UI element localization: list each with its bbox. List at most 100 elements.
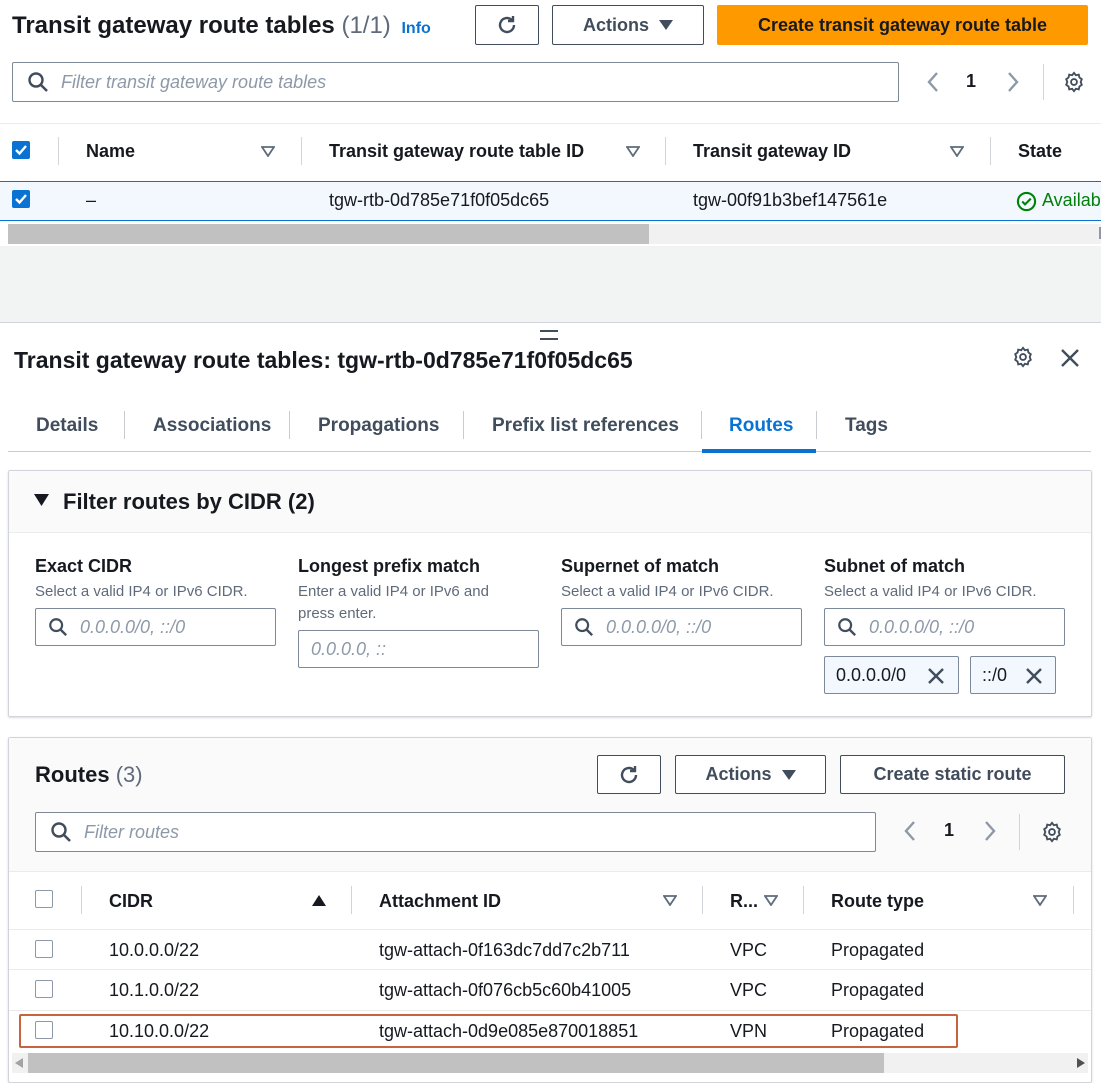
refresh-button[interactable] (475, 5, 539, 45)
search-icon (575, 618, 594, 637)
route-tables-search-field[interactable] (61, 71, 898, 93)
column-divider (81, 886, 82, 914)
supernet-input[interactable] (561, 608, 802, 646)
state-value: Availab (1042, 190, 1101, 210)
next-page-icon[interactable] (1005, 70, 1021, 94)
tab-divider (463, 411, 464, 439)
longest-prefix-field[interactable] (311, 638, 538, 660)
tab-associations[interactable]: Associations (153, 415, 271, 437)
create-static-route-button[interactable]: Create static route (840, 755, 1065, 794)
checkmark-icon (15, 145, 27, 156)
scroll-right-icon[interactable] (1077, 1058, 1085, 1068)
routes-refresh-button[interactable] (597, 755, 661, 794)
exact-cidr-hint: Select a valid IP4 or IPv6 CIDR. (35, 583, 248, 600)
col-header-name[interactable]: Name (86, 141, 135, 162)
routes-select-all-checkbox[interactable] (35, 890, 53, 908)
filter-token-label: ::/0 (982, 664, 1008, 685)
sort-icon[interactable] (626, 146, 640, 157)
divider (1019, 814, 1020, 850)
routes-page-number[interactable]: 1 (944, 820, 954, 841)
routes-actions-button[interactable]: Actions (675, 755, 826, 794)
search-icon (838, 618, 857, 637)
supernet-field[interactable] (606, 616, 801, 638)
details-title: Transit gateway route tables: tgw-rtb-0d… (14, 347, 633, 373)
gear-icon[interactable] (1063, 71, 1085, 93)
col-header-state[interactable]: State (1018, 141, 1062, 162)
scrollbar-thumb[interactable] (8, 224, 649, 244)
sort-icon[interactable] (1033, 895, 1047, 906)
route-row-checkbox[interactable] (35, 940, 53, 958)
attachment-id-link[interactable]: tgw-attach-0f076cb5c60b41005 (379, 980, 631, 1001)
create-static-route-label: Create static route (873, 764, 1032, 784)
prev-page-icon[interactable] (902, 819, 918, 843)
tab-prefix-list-references[interactable]: Prefix list references (492, 415, 679, 437)
tab-divider (289, 411, 290, 439)
route-table-id-link[interactable]: tgw-rtb-0d785e71f0f05dc65 (329, 190, 549, 211)
longest-prefix-hint: Enter a valid IP4 or IPv6 and press ente… (298, 583, 489, 622)
supernet-hint: Select a valid IP4 or IPv6 CIDR. (561, 583, 774, 600)
sort-icon[interactable] (764, 895, 778, 906)
gateway-id-link[interactable]: tgw-00f91b3bef147561e (693, 190, 887, 211)
sort-ascending-icon[interactable] (312, 895, 326, 906)
col-header-cidr[interactable]: CIDR (109, 891, 153, 912)
tab-tags[interactable]: Tags (845, 415, 888, 437)
gear-icon[interactable] (1041, 821, 1063, 843)
subnet-input[interactable] (824, 608, 1065, 646)
route-row-checkbox[interactable] (35, 980, 53, 998)
prev-page-icon[interactable] (925, 70, 941, 94)
col-header-resource-type[interactable]: R... (730, 891, 758, 912)
col-header-attachment-id[interactable]: Attachment ID (379, 891, 501, 912)
tabs-underline (8, 451, 1091, 452)
supernet-label: Supernet of match (561, 556, 720, 576)
sort-icon[interactable] (950, 146, 964, 157)
next-page-icon[interactable] (982, 819, 998, 843)
exact-cidr-input[interactable] (35, 608, 276, 646)
subnet-label: Subnet of match (824, 556, 966, 576)
divider (9, 969, 1091, 970)
tab-routes[interactable]: Routes (729, 415, 793, 437)
actions-button[interactable]: Actions (552, 5, 704, 45)
close-icon[interactable] (927, 667, 945, 685)
row-checkbox[interactable] (12, 190, 30, 208)
longest-prefix-input[interactable] (298, 630, 539, 668)
column-divider (665, 137, 666, 165)
caret-down-icon[interactable] (34, 494, 49, 506)
attachment-id-link[interactable]: tgw-attach-0f163dc7dd7c2b711 (379, 940, 630, 961)
sort-icon[interactable] (663, 895, 677, 906)
horizontal-scrollbar[interactable] (12, 1053, 1088, 1073)
horizontal-scrollbar[interactable] (8, 224, 1101, 244)
col-header-gateway-id[interactable]: Transit gateway ID (693, 141, 851, 162)
exact-cidr-field[interactable] (80, 616, 275, 638)
tab-divider (701, 411, 702, 439)
tab-divider (124, 411, 125, 439)
column-divider (702, 886, 703, 914)
gear-icon[interactable] (1012, 346, 1034, 368)
scrollbar-thumb[interactable] (28, 1053, 884, 1073)
col-header-route-table-id[interactable]: Transit gateway route table ID (329, 141, 584, 162)
resize-handle-icon[interactable] (540, 330, 558, 340)
column-divider (990, 137, 991, 165)
subnet-field[interactable] (869, 616, 1064, 638)
refresh-icon (498, 16, 516, 34)
route-cidr: 10.1.0.0/22 (109, 980, 200, 1000)
table-row[interactable] (0, 181, 1101, 221)
create-route-table-button[interactable]: Create transit gateway route table (717, 5, 1088, 45)
close-icon[interactable] (1025, 667, 1043, 685)
routes-search-field[interactable] (84, 821, 875, 843)
scroll-left-icon[interactable] (15, 1058, 23, 1068)
routes-search-input[interactable] (35, 812, 876, 852)
info-link[interactable]: Info (401, 20, 430, 37)
route-tables-search-input[interactable] (12, 62, 899, 102)
close-icon[interactable] (1060, 348, 1080, 368)
tab-propagations[interactable]: Propagations (318, 415, 439, 437)
select-all-checkbox[interactable] (12, 141, 30, 159)
routes-title-text: Routes (35, 762, 110, 787)
col-header-route-type[interactable]: Route type (831, 891, 924, 912)
sort-icon[interactable] (261, 146, 275, 157)
split-panel-gap (0, 246, 1101, 322)
tab-details[interactable]: Details (36, 415, 98, 437)
filter-title[interactable]: Filter routes by CIDR (2) (63, 489, 315, 515)
actions-button-label: Actions (582, 14, 649, 35)
page-number[interactable]: 1 (966, 71, 976, 92)
route-resource-type: VPC (730, 980, 768, 1000)
